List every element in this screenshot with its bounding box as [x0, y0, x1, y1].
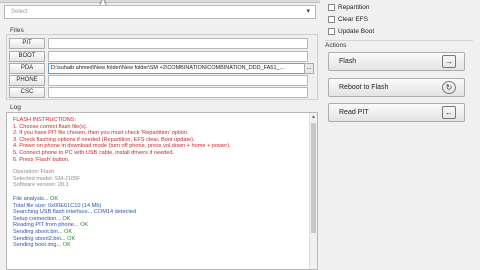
log-entry: Reading PIT from phone... OK	[13, 222, 317, 229]
repartition-checkbox[interactable]	[328, 4, 335, 11]
log-entry: Total file size: 0x00E61C10 (14 Mb)	[13, 203, 317, 210]
log-entry-status: OK	[50, 195, 59, 202]
log-entry-status: OK	[62, 242, 71, 249]
log-entry-status: OK	[67, 235, 76, 242]
option-label: Clear EFS	[338, 16, 368, 23]
log-entry-text: File analysis...	[13, 195, 50, 202]
option-repartition[interactable]: Repartition	[328, 4, 369, 11]
pda-file-field[interactable]: D:\suhaib ahmed\New folder\New folder\SM…	[48, 63, 308, 74]
csc-file-field[interactable]	[48, 87, 308, 98]
boot-button[interactable]: BOOT	[9, 51, 45, 62]
actions-section-title: Actions	[325, 42, 347, 49]
log-output[interactable]: FLASH INSTRUCTIONS: 1. Choose correct fl…	[6, 112, 318, 270]
log-entry-text: Setup connection...	[13, 215, 63, 222]
log-section-title: Log	[10, 104, 21, 111]
log-instruction-line: 6. Press 'Flash' button.	[13, 156, 70, 163]
log-scrollbar[interactable]: ▲	[309, 113, 317, 269]
files-group: PIT BOOT PDA D:\suhaib ahmed\New folder\…	[6, 34, 318, 100]
log-instruction-line: 4. Power on phone in download mode (turn…	[13, 143, 231, 150]
option-clear-efs[interactable]: Clear EFS	[328, 16, 368, 23]
read-pit-phone-icon: ←	[442, 106, 456, 119]
option-label: Update Boot	[338, 28, 375, 35]
phone-button[interactable]: PHONE	[9, 75, 45, 86]
read-pit-button[interactable]: Read PIT ←	[328, 103, 465, 122]
log-entry: Sending boot.img... OK	[13, 242, 317, 249]
boot-file-field[interactable]	[48, 51, 308, 62]
log-info-line: Operation: Flash	[13, 169, 55, 176]
log-entry-text: Sending sboot2.bin...	[13, 235, 68, 242]
log-instruction-line: 2. If you have PIT file chosen, then you…	[13, 130, 189, 137]
phone-file-field[interactable]	[48, 75, 308, 86]
log-entry: File analysis... OK	[13, 196, 317, 203]
update-boot-checkbox[interactable]	[328, 28, 335, 35]
read-pit-button-label: Read PIT	[339, 109, 369, 116]
csc-button[interactable]: CSC	[9, 87, 45, 98]
log-instruction-line: 1. Choose correct flash file(s).	[13, 123, 88, 130]
log-entry: Sending sboot2.bin... OK	[13, 236, 317, 243]
flash-phone-icon: →	[442, 55, 456, 68]
log-info-line: Selected model: SM-J105F	[13, 175, 81, 182]
chevron-down-icon[interactable]: ▾	[306, 6, 310, 18]
log-entry-text: Sending sboot.bin...	[13, 228, 65, 235]
scroll-up-icon[interactable]: ▲	[311, 114, 316, 121]
log-entry-text: Searching USB flash interface...	[13, 209, 94, 216]
option-label: Repartition	[338, 4, 370, 11]
log-entry-status: OK	[80, 222, 89, 229]
reboot-to-flash-button[interactable]: Reboot to Flash ↻	[328, 78, 465, 97]
pda-button[interactable]: PDA	[9, 63, 45, 74]
files-section-title: Files	[10, 27, 24, 34]
log-entry: Sending sboot.bin... OK	[13, 229, 317, 236]
pda-browse-button[interactable]: ...	[304, 63, 314, 74]
option-update-boot[interactable]: Update Boot	[328, 28, 374, 35]
log-entry-status: COM14 detected	[93, 209, 137, 216]
divider	[325, 40, 473, 41]
log-entry: Searching USB flash interface... COM14 d…	[13, 209, 317, 216]
model-select-value: Select	[11, 9, 28, 15]
log-entry-status: OK	[64, 228, 73, 235]
log-scrollbar-thumb[interactable]	[311, 123, 316, 233]
log-instruction-line: 3. Check flashing options if needed (Rep…	[13, 136, 195, 143]
toolbar-strip	[0, 0, 320, 3]
model-select[interactable]: Select ▾	[4, 5, 316, 19]
clear-efs-checkbox[interactable]	[328, 16, 335, 23]
reboot-button-label: Reboot to Flash	[339, 84, 389, 91]
log-entry-status: OK	[62, 215, 71, 222]
log-instruction-line: 5. Connect phone to PC with USB cable, i…	[13, 149, 175, 156]
flash-button[interactable]: Flash →	[328, 52, 465, 71]
pit-file-field[interactable]	[48, 38, 308, 49]
pit-button[interactable]: PIT	[9, 38, 45, 49]
log-entry-text: Total file size: 0x00E61C10 (14 Mb)	[13, 202, 102, 209]
reboot-icon: ↻	[442, 81, 456, 94]
log-entry-text: Reading PIT from phone...	[13, 222, 81, 229]
flash-button-label: Flash	[339, 58, 357, 65]
log-info-line: Software version: 28.1	[13, 182, 69, 189]
log-instructions-title: FLASH INSTRUCTIONS:	[13, 117, 77, 123]
log-entry-text: Sending boot.img...	[13, 242, 63, 249]
log-entry: Setup connection... OK	[13, 216, 317, 223]
log-spacer	[13, 189, 317, 196]
